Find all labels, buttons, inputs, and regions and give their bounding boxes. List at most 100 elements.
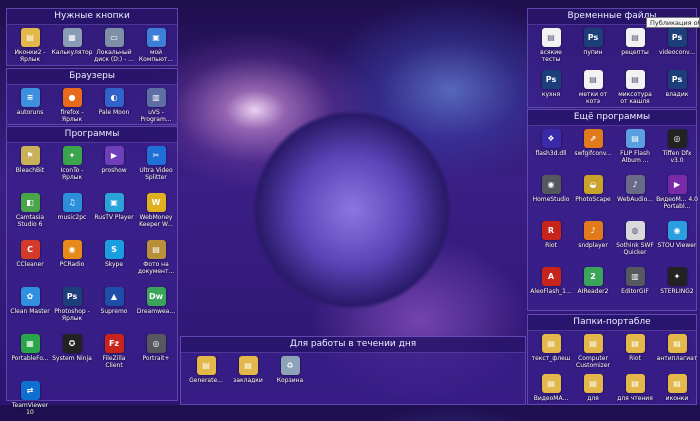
desktop-icon-item[interactable]: ✦ STERLING2 (656, 267, 698, 307)
desktop-icon-item[interactable]: ▶ ВидеоМ... 4.0 Portabl... (656, 175, 698, 215)
desktop-icon-item[interactable]: ▤ Generate... (185, 356, 227, 396)
sndplayer-icon: ♪ (583, 221, 603, 240)
desktop-icon-item[interactable]: ✦ IconTo - Ярлык (51, 146, 93, 186)
desktop-icon-item[interactable]: ⇗ swfgifconv... (572, 129, 614, 169)
proshow-icon: ▶ (104, 146, 124, 165)
desktop-icon-item[interactable]: ▤ Иконки2 - Ярлык (9, 28, 51, 68)
desktop-icon-label: Generate... (189, 377, 223, 384)
desktop-icon-item[interactable]: ▤ метки от котэ (572, 70, 614, 110)
desktop-icon-item[interactable]: ▤ текст_флеш (530, 334, 572, 374)
recycle-bin-icon: ♻ (280, 356, 300, 375)
desktop-icon-label: PortableFo... (11, 355, 49, 362)
swfgif-icon: ⇗ (583, 129, 603, 148)
fence-title: Программы (7, 127, 177, 143)
desktop-icon-item[interactable]: ▤ миксотура от кашля (614, 70, 656, 110)
desktop-icon-item[interactable]: Ps videoconv... (656, 28, 698, 68)
document-icon: ▤ (541, 28, 561, 47)
desktop-icon-item[interactable]: Ps владик (656, 70, 698, 110)
desktop-icon-item[interactable]: Dw Dreamwea... (135, 287, 177, 327)
desktop-icon-item[interactable]: W WebMoney Keeper W... (135, 193, 177, 233)
ccleaner-icon: C (20, 240, 40, 259)
desktop-icon-item[interactable]: ▥ uVS - Program... (135, 88, 177, 128)
aleoflash-icon: A (541, 267, 561, 286)
folder-icon: ▤ (541, 334, 561, 353)
desktop-icon-label: EditorGIF (621, 288, 649, 295)
desktop-icon-item[interactable]: Ps Photoshop - Ярлык (51, 287, 93, 327)
desktop-icon-item[interactable]: ▤ Riot (614, 334, 656, 374)
desktop-icon-label: Riot (629, 355, 641, 362)
desktop-icon-label: пупин (583, 49, 603, 56)
flip-album-icon: ▤ (625, 129, 645, 148)
desktop-icon-label: music2pc (57, 214, 87, 221)
sothink-icon: ◍ (625, 221, 645, 240)
desktop-icon-item[interactable]: ▣ мой Компьют... (135, 28, 177, 68)
tooltip: Публикация обл (646, 17, 700, 28)
desktop-icon-item[interactable]: ▤ закладки (227, 356, 269, 396)
folder-icon: ▤ (667, 374, 687, 393)
desktop-icon-item[interactable]: ◒ PhotoScape (572, 175, 614, 215)
supremo-icon: ▲ (104, 287, 124, 306)
desktop-icon-item[interactable]: ⇄ TeamViewer 10 (9, 381, 51, 421)
desktop-icon-item[interactable]: ✪ System Ninja (51, 334, 93, 374)
pale-moon-icon: ◐ (104, 88, 124, 107)
desktop-icon-item[interactable]: ▤ рецепты (614, 28, 656, 68)
desktop-icon-item[interactable]: ⚑ BleachBit (9, 146, 51, 186)
desktop-icon-item[interactable]: ▤ Computer Customizer (572, 334, 614, 374)
desktop-icon-label: WebAudio... (617, 196, 653, 203)
desktop-icon-item[interactable]: ◎ Tiffen Dfx v3.0 (656, 129, 698, 169)
desktop-icon-item[interactable]: Ps пупин (572, 28, 614, 68)
desktop-icon-item[interactable]: ▤ FLIP Flash Album ... (614, 129, 656, 169)
desktop-icon-item[interactable]: ▤ для чтения (614, 374, 656, 414)
homestudio-icon: ◉ (541, 175, 561, 194)
desktop-icon-item[interactable]: ♫ music2pc (51, 193, 93, 233)
desktop-icon-item[interactable]: ▦ Калькулятор (51, 28, 93, 68)
desktop-icon-item[interactable]: ✿ Clean Master (9, 287, 51, 327)
desktop-icon-item[interactable]: ◉ PCRadio (51, 240, 93, 280)
desktop-icon-item[interactable]: ▲ Supremo (93, 287, 135, 327)
desktop-icon-item[interactable]: ● firefox - Ярлык (51, 88, 93, 128)
desktop-icon-label: миксотура от кашля (618, 91, 652, 105)
desktop-icon-item[interactable]: Ps кухня (530, 70, 572, 110)
desktop-icon-item[interactable]: ≡ autoruns (9, 88, 51, 128)
fence-nuzhnye-knopki: Нужные кнопки ▤ Иконки2 - Ярлык ▦ Калькулят… (6, 8, 178, 66)
desktop-icon-label: IconTo - Ярлык (60, 167, 84, 181)
desktop-icon-item[interactable]: ◉ HomeStudio (530, 175, 572, 215)
desktop-icon-item[interactable]: ▤ антиплагиат (656, 334, 698, 374)
portable-folder-icon: ▦ (20, 334, 40, 353)
desktop-icon-item[interactable]: ▭ Локальный диск (D:) - ... (93, 28, 135, 68)
desktop-icon-item[interactable]: ✂ Ultra Video Splitter (135, 146, 177, 186)
folder-icon: ▤ (196, 356, 216, 375)
desktop-icon-item[interactable]: S Skype (93, 240, 135, 280)
desktop-icon-item[interactable]: ◎ Portrait+ (135, 334, 177, 374)
desktop-icon-item[interactable]: ▤ всякие тесты (530, 28, 572, 68)
desktop-icon-item[interactable]: ♪ WebAudio... (614, 175, 656, 215)
desktop-icon-item[interactable]: ▤ иконки (656, 374, 698, 414)
desktop-icon-item[interactable]: A AleoFlash_1... (530, 267, 572, 307)
desktop-icon-label: swfgifconv... (574, 150, 612, 157)
desktop-icon-item[interactable]: ♪ sndplayer (572, 221, 614, 261)
webaudio-icon: ♪ (625, 175, 645, 194)
document-icon: ▤ (625, 70, 645, 89)
desktop-icon-item[interactable]: R Riot (530, 221, 572, 261)
desktop-icon-item[interactable]: ▤ Фото на документ... (135, 240, 177, 280)
desktop-icon-item[interactable]: ◍ Sothink SWF Quicker (614, 221, 656, 261)
bleachbit-icon: ⚑ (20, 146, 40, 165)
desktop-icon-item[interactable]: C CCleaner (9, 240, 51, 280)
desktop-icon-item[interactable]: ▥ EditorGIF (614, 267, 656, 307)
desktop-icon-item[interactable]: ▣ RusTV Player (93, 193, 135, 233)
desktop-icon-item[interactable]: ❖ flash3d.dll (530, 129, 572, 169)
uvs-program-icon: ▥ (146, 88, 166, 107)
psd-file-icon: Ps (541, 70, 561, 89)
desktop-icon-label: всякие тесты (540, 49, 562, 63)
desktop-icon-item[interactable]: ◉ STOU Viewer (656, 221, 698, 261)
desktop-icon-item[interactable]: ♻ Корзина (269, 356, 311, 396)
desktop-icon-item[interactable]: 2 AIReader2 (572, 267, 614, 307)
desktop-icon-item[interactable]: Fz FileZilla Client (93, 334, 135, 374)
videomaster-icon: ▶ (667, 175, 687, 194)
desktop-icon-item[interactable]: ◧ Camtasia Studio 6 (9, 193, 51, 233)
desktop-icon-item[interactable]: ▦ PortableFo... (9, 334, 51, 374)
desktop-icon-item[interactable]: ▶ proshow (93, 146, 135, 186)
desktop-icon-item[interactable]: ◐ Pale Moon (93, 88, 135, 128)
desktop-icon-item[interactable]: ▤ ВидеоМА... (530, 374, 572, 414)
desktop-icon-item[interactable]: ▤ для (572, 374, 614, 414)
